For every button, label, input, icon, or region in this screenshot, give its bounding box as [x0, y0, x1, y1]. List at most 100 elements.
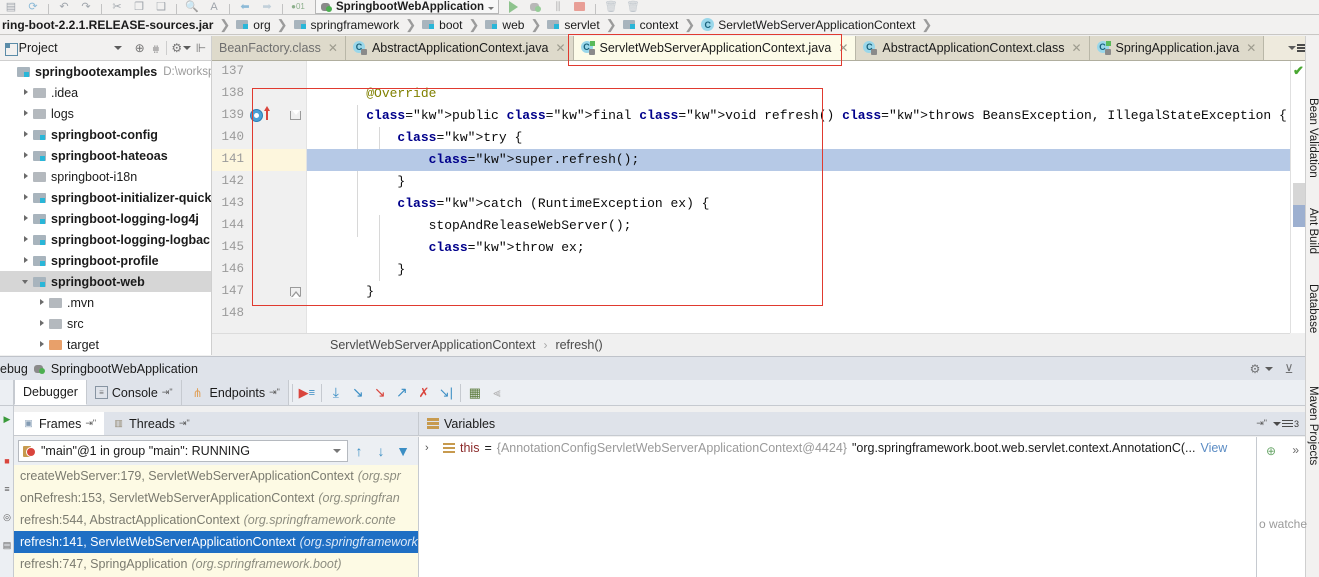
tree-item-springboot-logging-logbac[interactable]: springboot-logging-logbac	[0, 229, 211, 250]
tree-item--idea[interactable]: .idea	[0, 82, 211, 103]
layout-settings-icon[interactable]: 3	[1272, 418, 1299, 429]
copy-icon[interactable]: ❐	[128, 0, 150, 14]
tree-item-springboot-logging-log4j[interactable]: springboot-logging-log4j	[0, 208, 211, 229]
gutter-line[interactable]: 137	[212, 61, 306, 83]
breadcrumb-item-servlet[interactable]: servlet ❯	[545, 15, 620, 34]
find-icon[interactable]: 🔍	[181, 0, 203, 14]
close-icon[interactable]: ✕	[328, 41, 338, 55]
close-icon[interactable]: ✕	[1246, 41, 1256, 55]
stop-icon[interactable]	[569, 0, 591, 14]
breadcrumb-item-class[interactable]: C ServletWebServerApplicationContext ❯	[699, 15, 936, 34]
tree-item-springbootexamples[interactable]: springbootexamples D:\worksp	[0, 61, 211, 82]
tree-item-springboot-profile[interactable]: springboot-profile	[0, 250, 211, 271]
gutter-line[interactable]: 143	[212, 193, 306, 215]
pin-tab-icon[interactable]: ⇥"	[179, 418, 190, 429]
tool-tab-ant-build[interactable]: Ant Build	[1306, 208, 1319, 254]
frames-list[interactable]: createWebServer:179, ServletWebServerApp…	[14, 465, 418, 577]
frame-row[interactable]: onRefresh:153, ServletWebServerApplicati…	[14, 487, 418, 509]
breadcrumb-item-web[interactable]: web ❯	[483, 15, 545, 34]
breadcrumb-item-context[interactable]: context ❯	[621, 15, 700, 34]
debug-icon[interactable]	[525, 0, 547, 14]
editor-marker-bar[interactable]: ✔	[1290, 61, 1305, 333]
pin-tab-icon[interactable]: ⇥"	[162, 387, 173, 398]
code-line[interactable]: stopAndReleaseWebServer();	[307, 215, 1290, 237]
code-line[interactable]: }	[307, 171, 1290, 193]
locate-icon[interactable]: ⊕	[134, 40, 146, 56]
gutter-line[interactable]: 146	[212, 259, 306, 281]
collapse-all-icon[interactable]: ⩷	[150, 40, 162, 56]
navigate-back-icon[interactable]: ⬅	[234, 0, 256, 14]
editor-tab-abstractapplicationcontext-java[interactable]: C AbstractApplicationContext.java ✕	[345, 36, 574, 60]
step-into-icon[interactable]: ↘	[347, 382, 369, 404]
chevron-right-icon[interactable]	[20, 86, 33, 99]
hide-panel-icon[interactable]: ⊩	[195, 40, 207, 56]
show-execution-point-icon[interactable]: ▶ ≡	[296, 382, 318, 404]
chevron-down-icon[interactable]	[333, 449, 341, 453]
paste-icon[interactable]: ❑	[150, 0, 172, 14]
undo-icon[interactable]: ↶	[53, 0, 75, 14]
breadcrumb-item-jar[interactable]: ring-boot-2.2.1.RELEASE-sources.jar ❯	[0, 15, 234, 34]
chevron-right-icon[interactable]	[20, 212, 33, 225]
settings-icon[interactable]: ≡	[1, 482, 13, 496]
frame-row[interactable]: refresh:544, AbstractApplicationContext(…	[14, 509, 418, 531]
code-line[interactable]: class="kw">public class="kw">final class…	[307, 105, 1290, 127]
chevron-down-icon[interactable]	[20, 275, 33, 288]
gutter-line[interactable]: 144	[212, 215, 306, 237]
code-line[interactable]: class="kw">try {	[307, 127, 1290, 149]
chevron-right-icon[interactable]	[20, 149, 33, 162]
thread-combo-box[interactable]: "main"@1 in group "main": RUNNING	[18, 440, 348, 462]
tab-threads[interactable]: ▥ Threads ⇥"	[104, 412, 198, 435]
view-value-link[interactable]: View	[1200, 441, 1227, 455]
overflow-icon[interactable]: »	[1292, 443, 1299, 457]
save-icon[interactable]: ▤	[0, 0, 22, 14]
close-icon[interactable]: ✕	[1071, 41, 1081, 55]
editor-tab-beanfactory-class[interactable]: BeanFactory.class ✕	[212, 36, 346, 60]
replace-icon[interactable]: A	[203, 0, 225, 14]
tool-tab-bean-validation[interactable]: Bean Validation	[1306, 98, 1319, 178]
code-line[interactable]: class="kw">super.refresh();	[307, 149, 1290, 171]
variable-row[interactable]: › this = {AnnotationConfigServletWebServerA…	[419, 437, 1256, 459]
gutter-line[interactable]: 142	[212, 171, 306, 193]
chevron-down-icon[interactable]	[1265, 366, 1273, 371]
tree-item-springboot-i18n[interactable]: springboot-i18n	[0, 166, 211, 187]
code-editor[interactable]: 137 138 139 140 141 142 143 144 145 146 147 148 @Ov…	[212, 61, 1290, 333]
stop-icon[interactable]: ■	[1, 454, 13, 468]
tree-item--mvn[interactable]: .mvn	[0, 292, 211, 313]
editor-tab-servletwebserverapplicationcontext-java[interactable]: C ServletWebServerApplicationContext.java…	[573, 36, 857, 60]
close-icon[interactable]: ✕	[555, 41, 565, 55]
run-with-coverage-icon[interactable]: ⫼	[547, 0, 569, 14]
cut-icon[interactable]: ✂	[106, 0, 128, 14]
gutter-line[interactable]: 147	[212, 281, 306, 303]
resume-program-icon[interactable]: ▶	[1, 412, 13, 426]
code-area[interactable]: @Override class="kw">public class="kw">f…	[307, 61, 1290, 333]
editor-tab-abstractapplicationcontext-class[interactable]: C AbstractApplicationContext.class ✕	[856, 36, 1090, 60]
editor-gutter[interactable]: 137 138 139 140 141 142 143 144 145 146 147 148	[212, 61, 307, 333]
chevron-down-icon[interactable]	[113, 46, 122, 50]
navigate-forward-icon[interactable]: ➡	[256, 0, 278, 14]
pin-tab-icon[interactable]: ⇥"	[85, 418, 96, 429]
fold-collapse-icon[interactable]	[290, 110, 301, 120]
tool-tab-maven-projects[interactable]: Maven Projects	[1306, 386, 1319, 465]
chevron-right-icon[interactable]	[20, 107, 33, 120]
code-line[interactable]: class="kw">catch (RuntimeException ex) {	[307, 193, 1290, 215]
move-up-button[interactable]: ↑	[348, 440, 370, 462]
method-override-icon[interactable]	[264, 106, 270, 120]
breadcrumb-item-org[interactable]: org ❯	[234, 15, 291, 34]
editor-breadcrumb-class[interactable]: ServletWebServerApplicationContext	[330, 338, 535, 352]
expand-icon[interactable]: ›	[425, 442, 438, 454]
delete-icon-2[interactable]: 🗑	[622, 0, 644, 14]
variables-list[interactable]: › this = {AnnotationConfigServletWebServerA…	[418, 437, 1256, 577]
code-line[interactable]: class="kw">throw ex;	[307, 237, 1290, 259]
mute-breakpoints-rail-icon[interactable]: ◎	[1, 510, 13, 524]
scrollbar-thumb-current[interactable]	[1293, 205, 1305, 227]
tree-item-logs[interactable]: logs	[0, 103, 211, 124]
gear-icon[interactable]: ⚙	[1247, 361, 1263, 377]
run-icon[interactable]	[503, 0, 525, 14]
drop-frame-icon[interactable]: ✗	[413, 382, 435, 404]
tree-item-springboot-web[interactable]: springboot-web	[0, 271, 211, 292]
code-line[interactable]	[307, 61, 1290, 83]
code-line[interactable]: @Override	[307, 83, 1290, 105]
pin-tab-icon[interactable]: ⇥"	[269, 387, 280, 398]
run-configuration-selector[interactable]: SpringbootWebApplication	[315, 0, 499, 14]
tab-endpoints[interactable]: ⋔ Endpoints ⇥"	[181, 380, 289, 405]
